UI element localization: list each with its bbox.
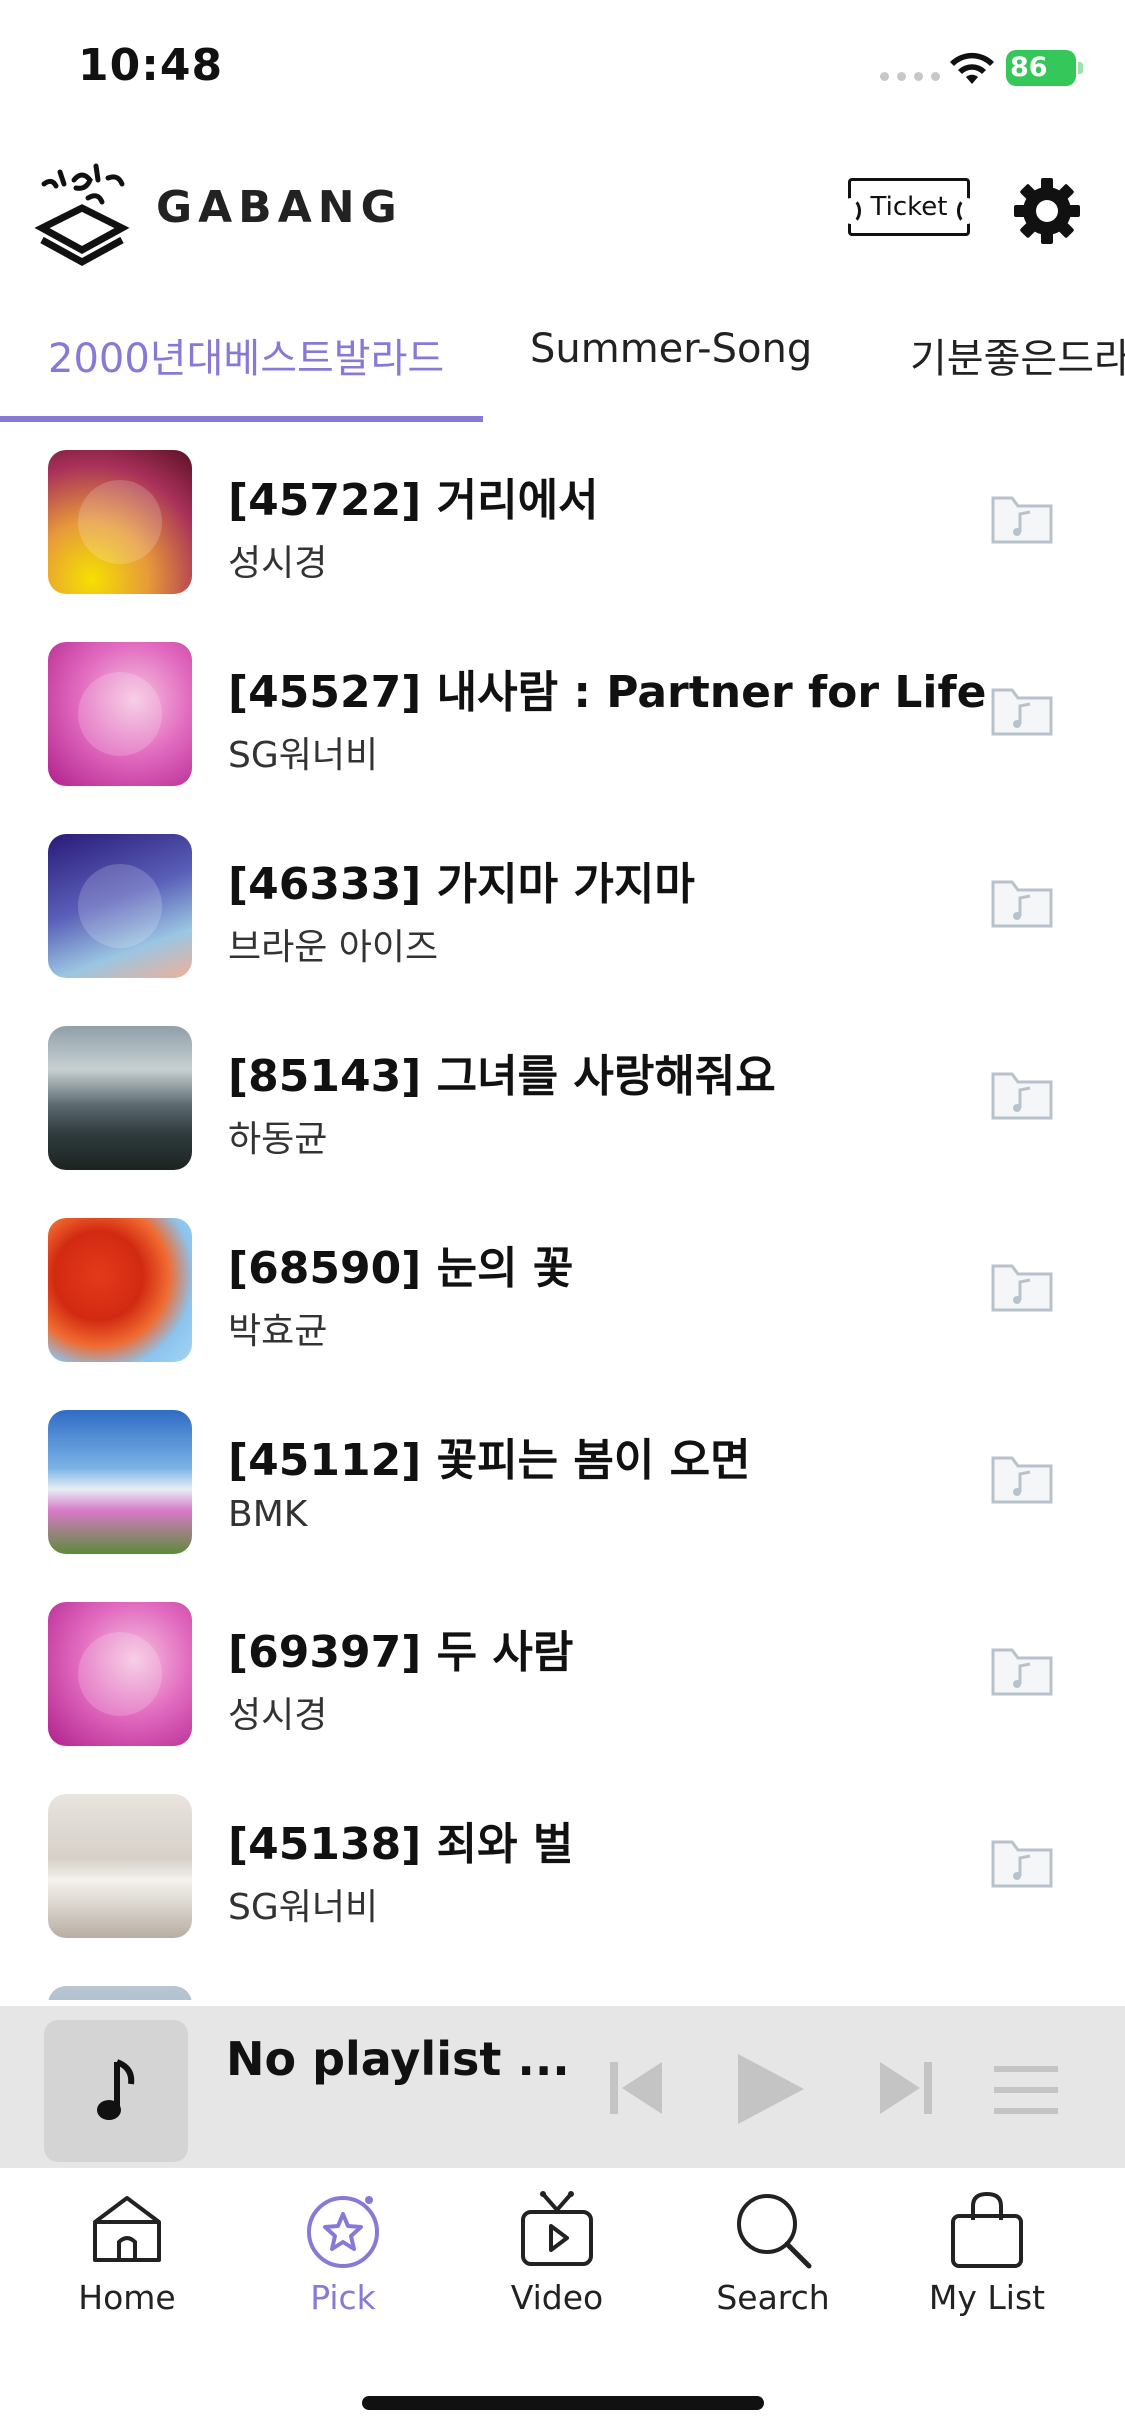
add-to-playlist-folder-icon[interactable] — [990, 878, 1054, 930]
album-art — [48, 1410, 192, 1554]
battery-icon: 86 — [1006, 50, 1083, 86]
song-artist: SG워너비 — [228, 735, 379, 776]
now-playing-art[interactable] — [44, 2020, 188, 2162]
list-item[interactable] — [0, 1966, 1125, 2000]
list-item[interactable]: [45112] 꽃피는 봄이 오면 BMK — [0, 1390, 1125, 1582]
tab-summer-song[interactable]: Summer-Song — [530, 326, 812, 372]
tab-2000s-ballad[interactable]: 2000년대베스트발라드 — [48, 326, 444, 384]
gabang-logo-icon — [34, 163, 130, 266]
now-playing-title: No playlist ... — [226, 2032, 570, 2086]
add-to-playlist-folder-icon[interactable] — [990, 1454, 1054, 1506]
tab-my-list[interactable]: My List — [902, 2190, 1072, 2340]
add-to-playlist-folder-icon[interactable] — [990, 1070, 1054, 1122]
wifi-icon — [950, 52, 994, 84]
song-title: [45112] 꽃피는 봄이 오면 — [228, 1435, 751, 1486]
album-art — [48, 1218, 192, 1362]
list-item[interactable]: [45722] 거리에서 성시경 — [0, 430, 1125, 622]
list-item[interactable]: [45138] 죄와 벌 SG워너비 — [0, 1774, 1125, 1966]
tab-my-list-label: My List — [928, 2278, 1046, 2317]
status-time: 10:48 — [78, 40, 224, 91]
song-artist: BMK — [228, 1494, 308, 1535]
playlist-menu-icon[interactable] — [994, 2066, 1058, 2114]
brand-name: GABANG — [156, 182, 403, 233]
list-item[interactable]: [85143] 그녀를 사랑해줘요 하동균 — [0, 1006, 1125, 1198]
tab-pick-label: Pick — [310, 2278, 376, 2317]
song-artist: SG워너비 — [228, 1887, 379, 1928]
app-header: GABANG Ticket — [0, 150, 1125, 270]
song-title: [85143] 그녀를 사랑해줘요 — [228, 1051, 776, 1102]
status-bar: 10:48 86 — [0, 0, 1125, 140]
list-item[interactable]: [45527] 내사람 : Partner for Life SG워너비 — [0, 622, 1125, 814]
album-art — [48, 450, 192, 594]
tv-icon — [521, 2191, 593, 2266]
add-to-playlist-folder-icon[interactable] — [990, 686, 1054, 738]
album-art — [48, 1986, 192, 2000]
previous-icon[interactable] — [606, 2058, 666, 2118]
song-title: [46333] 가지마 가지마 — [228, 859, 695, 910]
battery-level: 86 — [1010, 52, 1048, 83]
tab-video-label: Video — [510, 2278, 604, 2317]
song-artist: 하동균 — [228, 1119, 328, 1160]
song-title: [45722] 거리에서 — [228, 475, 599, 526]
bottom-tab-bar: Home Pick Video Search My List — [0, 2170, 1125, 2350]
song-title: [45527] 내사람 : Partner for Life — [228, 667, 987, 718]
add-to-playlist-folder-icon[interactable] — [990, 494, 1054, 546]
song-title: [45138] 죄와 벌 — [228, 1819, 574, 1870]
tab-home-label: Home — [78, 2278, 176, 2317]
home-indicator — [362, 2396, 764, 2410]
tab-search[interactable]: Search — [688, 2190, 858, 2340]
song-artist: 성시경 — [228, 543, 328, 584]
search-icon — [737, 2194, 812, 2269]
song-list: [45722] 거리에서 성시경 [45527] 내사람 : Partner f… — [0, 430, 1125, 2000]
ticket-button[interactable]: Ticket — [841, 178, 977, 236]
song-title: [69397] 두 사람 — [228, 1627, 574, 1678]
add-to-playlist-folder-icon[interactable] — [990, 1646, 1054, 1698]
song-title: [68590] 눈의 꽃 — [228, 1243, 574, 1294]
gear-icon[interactable] — [1010, 174, 1084, 248]
list-item[interactable]: [69397] 두 사람 성시경 — [0, 1582, 1125, 1774]
list-item[interactable]: [46333] 가지마 가지마 브라운 아이즈 — [0, 814, 1125, 1006]
tab-good-mood-drive[interactable]: 기분좋은드라이브 — [910, 326, 1125, 384]
list-item[interactable]: [68590] 눈의 꽃 박효균 — [0, 1198, 1125, 1390]
add-to-playlist-folder-icon[interactable] — [990, 1838, 1054, 1890]
add-to-playlist-folder-icon[interactable] — [990, 1262, 1054, 1314]
song-artist: 브라운 아이즈 — [228, 927, 439, 968]
album-art — [48, 834, 192, 978]
cellular-signal-icon — [880, 72, 940, 81]
mini-player: No playlist ... — [0, 2006, 1125, 2168]
bag-icon — [951, 2191, 1023, 2268]
album-art — [48, 1026, 192, 1170]
next-icon[interactable] — [876, 2058, 936, 2118]
tab-search-label: Search — [716, 2278, 830, 2317]
play-icon[interactable] — [734, 2052, 808, 2126]
active-tab-indicator — [0, 416, 483, 422]
home-icon — [93, 2196, 161, 2262]
music-note-icon — [97, 2059, 135, 2120]
tab-video[interactable]: Video — [472, 2190, 642, 2340]
star-icon — [307, 2196, 379, 2268]
album-art — [48, 642, 192, 786]
song-artist: 박효균 — [228, 1311, 328, 1352]
tab-pick[interactable]: Pick — [258, 2190, 428, 2340]
album-art — [48, 1602, 192, 1746]
song-artist: 성시경 — [228, 1695, 328, 1736]
tab-home[interactable]: Home — [42, 2190, 212, 2340]
album-art — [48, 1794, 192, 1938]
category-tabs: 2000년대베스트발라드 Summer-Song 기분좋은드라이브 — [0, 312, 1125, 424]
